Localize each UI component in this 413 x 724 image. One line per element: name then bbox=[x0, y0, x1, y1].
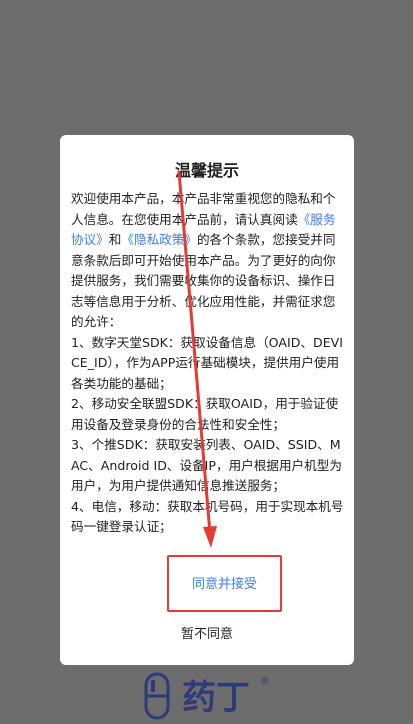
sdk-item-2: 2、移动安全联盟SDK：获取OAID，用于验证使用设备及登录身份的合法性和安全性… bbox=[71, 396, 339, 432]
privacy-dialog: 温馨提示 欢迎使用本产品，本产品非常重视您的隐私和个人信息。在您使用本产品前，请… bbox=[60, 135, 354, 665]
reject-button[interactable]: 暂不同意 bbox=[60, 623, 354, 642]
sdk-item-1: 1、数字天堂SDK：获取设备信息（OAID、DEVICE_ID），作为APP运行… bbox=[71, 334, 343, 391]
registered-mark: ® bbox=[260, 676, 270, 687]
app-logo: 药丁 ® bbox=[142, 668, 282, 720]
intro-text-2: 和 bbox=[108, 232, 122, 247]
capsule-logo-icon bbox=[144, 672, 170, 720]
sdk-item-3: 3、个推SDK：获取安装列表、OAID、SSID、MAC、Android ID、… bbox=[71, 437, 342, 493]
dialog-title: 温馨提示 bbox=[174, 161, 239, 180]
agree-button[interactable]: 同意并接受 bbox=[169, 573, 280, 592]
agree-highlight-box: 同意并接受 bbox=[167, 555, 282, 612]
sdk-item-4: 4、电信，移动：获取本机号码，用于实现本机号码一键登录认证； bbox=[71, 498, 344, 535]
privacy-policy-link[interactable]: 《隐私政策》 bbox=[121, 232, 197, 247]
intro-paragraph: 欢迎使用本产品，本产品非常重视您的隐私和个人信息。在您使用本产品前，请认真阅读《… bbox=[71, 189, 344, 333]
logo-text: 药丁 bbox=[182, 678, 250, 718]
dialog-body: 欢迎使用本产品，本产品非常重视您的隐私和个人信息。在您使用本产品前，请认真阅读《… bbox=[71, 189, 344, 538]
intro-text-1: 欢迎使用本产品，本产品非常重视您的隐私和个人信息。在您使用本产品前，请认真阅读 bbox=[71, 191, 336, 227]
